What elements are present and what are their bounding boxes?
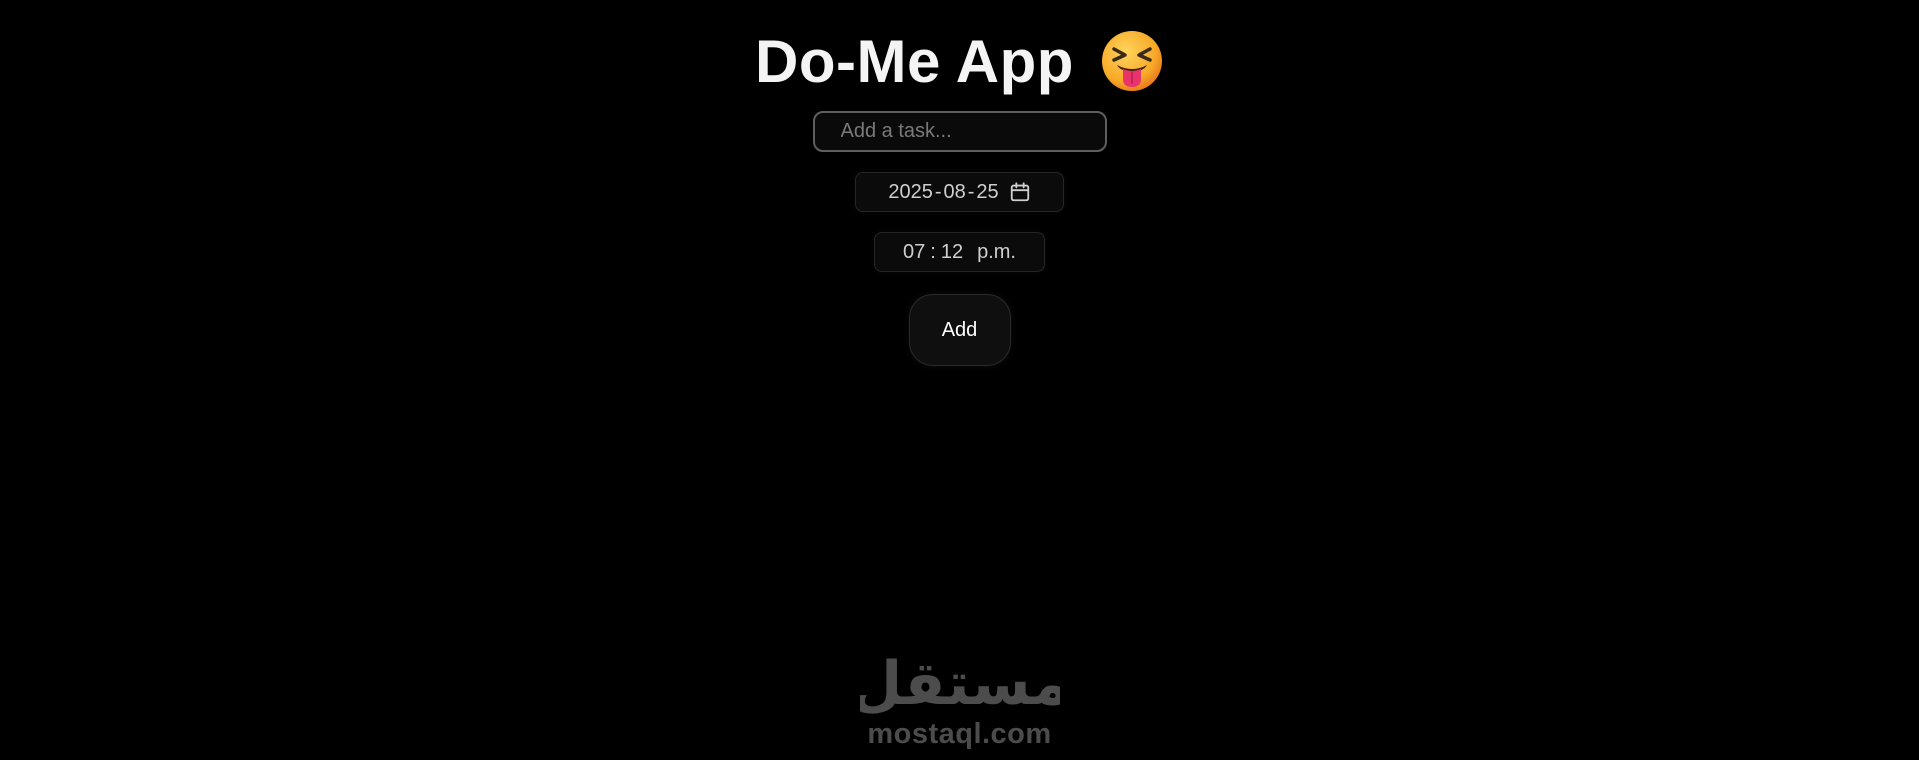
time-hour[interactable]: 07 [903,241,925,264]
time-picker[interactable]: 07:12 p.m. [874,232,1045,272]
date-value: 2025-08-25 [888,181,998,204]
time-period[interactable]: p.m. [977,241,1016,264]
header: Do-Me App [755,27,1164,95]
date-month[interactable]: 08 [944,181,966,203]
mostaql-logo: مستقل [860,652,1060,716]
date-year[interactable]: 2025 [888,181,933,203]
watermark-text: mostaql.com [867,718,1052,750]
date-day[interactable]: 25 [976,181,998,203]
svg-text:مستقل: مستقل [860,652,1060,716]
date-separator: - [934,180,942,203]
date-picker[interactable]: 2025-08-25 [855,172,1064,212]
app-root: Do-Me App 2025-08-25 [0,0,1919,760]
time-separator: : [930,240,936,263]
date-separator: - [967,180,975,203]
add-button[interactable]: Add [908,294,1011,366]
calendar-icon[interactable] [1009,181,1031,203]
time-minute[interactable]: 12 [941,241,963,264]
squinting-face-with-tongue-icon [1101,31,1162,91]
task-input[interactable] [812,111,1107,152]
watermark: مستقل mostaql.com [860,652,1060,751]
page-title: Do-Me App [755,27,1074,95]
